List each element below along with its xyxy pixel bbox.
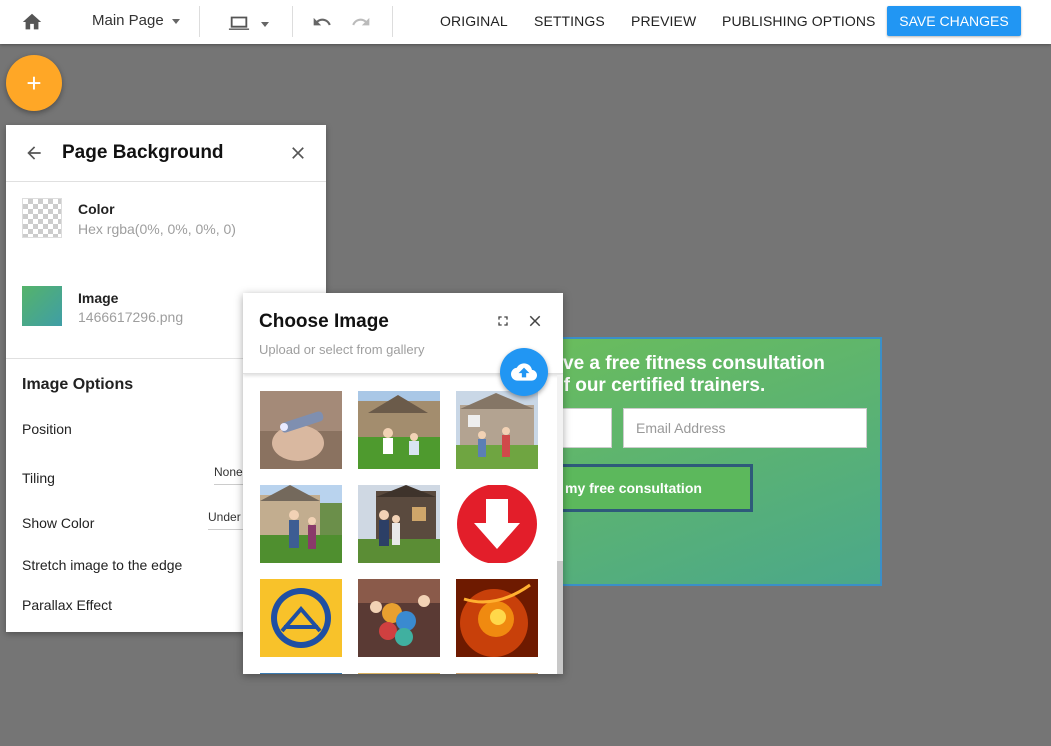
undo-icon[interactable]: [311, 12, 333, 32]
preview-headline: ve a free fitness consultation of our ce…: [522, 353, 862, 397]
redo-icon[interactable]: [350, 12, 372, 32]
divider: [392, 6, 393, 37]
laptop-icon: [228, 16, 250, 30]
color-label: Color: [78, 201, 115, 217]
show-color-label: Show Color: [22, 515, 95, 531]
color-swatch[interactable]: [22, 198, 62, 238]
divider: [199, 6, 200, 37]
panel-title: Page Background: [62, 142, 224, 163]
headline-line-1: ve a free fitness consultation: [563, 353, 825, 374]
gallery-scrollbar-thumb[interactable]: [557, 561, 563, 674]
parallax-label: Parallax Effect: [22, 597, 113, 613]
stretch-label: Stretch image to the edge: [22, 557, 183, 573]
nav-publishing-options[interactable]: PUBLISHING OPTIONS: [722, 13, 876, 29]
image-label: Image: [78, 290, 119, 306]
gallery-thumb-sun-flare[interactable]: [456, 579, 538, 657]
nav-preview[interactable]: PREVIEW: [631, 13, 696, 29]
tiling-label: Tiling: [22, 470, 55, 486]
gallery-thumb-partial[interactable]: [456, 673, 538, 674]
nav-settings[interactable]: SETTINGS: [534, 13, 605, 29]
chevron-down-icon: [261, 21, 269, 27]
gallery-thumb-family-yard[interactable]: [260, 485, 342, 563]
top-toolbar: Main Page ORIGINAL SETTINGS PREVIEW PUBL…: [0, 0, 1051, 44]
cloud-upload-icon: [511, 363, 537, 381]
image-options-title: Image Options: [22, 376, 134, 393]
image-filename: 1466617296.png: [78, 309, 184, 325]
choose-image-title: Choose Image: [259, 311, 389, 332]
page-selector[interactable]: Main Page: [92, 12, 180, 29]
color-value: Hex rgba(0%, 0%, 0%, 0): [78, 221, 236, 237]
gallery-thumb-warriors-logo[interactable]: [260, 579, 342, 657]
close-icon[interactable]: [526, 312, 544, 330]
position-label: Position: [22, 421, 72, 437]
email-field[interactable]: Email Address: [623, 408, 867, 448]
gallery-thumb-partial[interactable]: [260, 673, 342, 674]
back-arrow-icon[interactable]: [24, 143, 44, 163]
image-swatch[interactable]: [22, 286, 62, 326]
gallery-thumb-partial[interactable]: [358, 673, 440, 674]
cloud-upload-button[interactable]: [500, 348, 548, 396]
divider: [292, 6, 293, 37]
chevron-down-icon: [171, 19, 180, 24]
nav-original[interactable]: ORIGINAL: [440, 13, 508, 29]
close-icon[interactable]: [288, 143, 308, 163]
plus-icon: +: [26, 67, 42, 98]
gallery-thumb-download-arrow[interactable]: [456, 485, 538, 563]
device-selector[interactable]: [227, 12, 269, 34]
choose-image-panel: Choose Image Upload or select from galle…: [243, 293, 563, 674]
page-preview-section[interactable]: ve a free fitness consultation of our ce…: [520, 337, 882, 586]
panel-header: Page Background: [6, 125, 326, 182]
add-element-button[interactable]: +: [6, 55, 62, 111]
home-icon[interactable]: [21, 11, 43, 33]
headline-line-2: of our certified trainers.: [552, 375, 766, 396]
gallery-thumb-party-balloons[interactable]: [358, 579, 440, 657]
gallery-thumb-family-house[interactable]: [456, 391, 538, 469]
expand-icon[interactable]: [495, 313, 511, 329]
gallery-thumb-usb-hand[interactable]: [260, 391, 342, 469]
choose-image-subtitle: Upload or select from gallery: [259, 342, 425, 357]
gallery-thumb-couple-house[interactable]: [358, 485, 440, 563]
gallery-thumb-family-lawn[interactable]: [358, 391, 440, 469]
save-changes-button[interactable]: SAVE CHANGES: [887, 6, 1021, 36]
page-selector-label: Main Page: [92, 12, 164, 29]
